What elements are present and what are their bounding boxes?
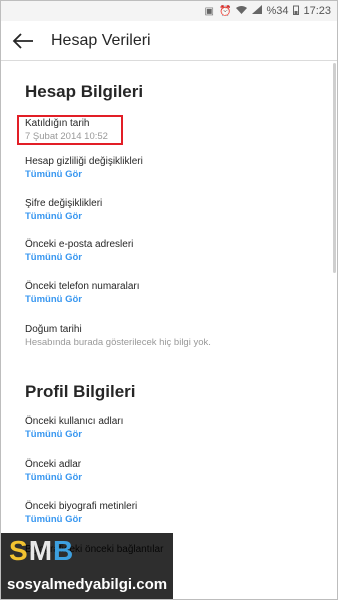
- view-all-link[interactable]: Tümünü Gör: [25, 210, 315, 224]
- item-label: Şifre değişiklikleri: [25, 198, 103, 209]
- joined-date-item: Katıldığın tarih 7 Şubat 2014 10:52: [25, 117, 315, 143]
- item-label: Önceki e-posta adresleri: [25, 239, 134, 250]
- logo-letter: S: [9, 535, 29, 566]
- profile-section-title: Profil Bilgileri: [25, 382, 136, 401]
- status-bar: ▣ ⏰ %34 17:23: [1, 1, 337, 21]
- account-section-title: Hesap Bilgileri: [25, 82, 144, 101]
- item-label: Önceki biyografi metinleri: [25, 501, 138, 512]
- item-value: Hesabında burada gösterilecek hiç bilgi …: [25, 337, 211, 348]
- item-label: Önceki telefon numaraları: [25, 281, 140, 292]
- smb-logo: SMB: [9, 535, 74, 567]
- item-label: Önceki adlar: [25, 459, 82, 470]
- privacy-changes-item: Hesap gizliliği değişiklikleri Tümünü Gö…: [25, 155, 315, 182]
- content-area[interactable]: Hesap Bilgileri Katıldığın tarih 7 Şubat…: [1, 62, 337, 600]
- page-title: Hesap Verileri: [51, 31, 151, 49]
- password-changes-item: Şifre değişiklikleri Tümünü Gör: [25, 197, 315, 224]
- view-all-link[interactable]: Tümünü Gör: [25, 513, 315, 527]
- view-all-link[interactable]: Tümünü Gör: [25, 251, 315, 265]
- watermark-url: sosyalmedyabilgi.com: [7, 576, 168, 593]
- back-button[interactable]: [5, 23, 41, 59]
- view-all-link[interactable]: Tümünü Gör: [25, 293, 315, 307]
- app-bar: Hesap Verileri: [1, 21, 337, 61]
- previous-bios-item: Önceki biyografi metinleri Tümünü Gör: [25, 500, 315, 527]
- previous-phones-item: Önceki telefon numaraları Tümünü Gör: [25, 280, 315, 307]
- logo-letter: B: [53, 535, 75, 566]
- birthdate-item: Doğum tarihi Hesabında burada gösterilec…: [25, 323, 315, 349]
- item-label: Önceki kullanıcı adları: [25, 416, 124, 427]
- logo-letter: M: [28, 535, 54, 566]
- view-all-link[interactable]: Tümünü Gör: [25, 471, 315, 485]
- view-all-link[interactable]: Tümünü Gör: [25, 168, 315, 182]
- image-icon: ▣: [204, 5, 214, 17]
- scrollbar[interactable]: [333, 63, 336, 273]
- clock: 17:23: [303, 5, 331, 17]
- item-label: Hesap gizliliği değişiklikleri: [25, 156, 143, 167]
- battery-percent: %34: [266, 5, 289, 17]
- previous-usernames-item: Önceki kullanıcı adları Tümünü Gör: [25, 415, 315, 442]
- battery-icon: [293, 5, 300, 18]
- signal-icon: [252, 5, 263, 17]
- previous-names-item: Önceki adlar Tümünü Gör: [25, 458, 315, 485]
- back-arrow-icon: [12, 32, 33, 49]
- item-label: Doğum tarihi: [25, 324, 82, 335]
- watermark: SMB sosyalmedyabilgi.com: [1, 533, 173, 599]
- item-label: Katıldığın tarih: [25, 118, 90, 129]
- view-all-link[interactable]: Tümünü Gör: [25, 428, 315, 442]
- previous-emails-item: Önceki e-posta adresleri Tümünü Gör: [25, 238, 315, 265]
- alarm-icon: ⏰: [218, 5, 232, 17]
- wifi-icon: [236, 5, 248, 17]
- item-value: 7 Şubat 2014 10:52: [25, 131, 108, 142]
